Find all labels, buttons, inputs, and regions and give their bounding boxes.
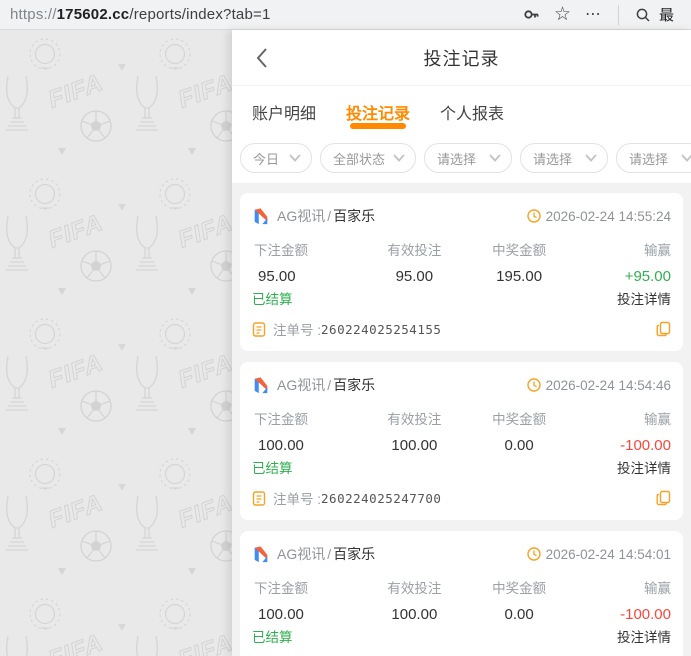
fifa-watermark-pattern: FIFA xyxy=(0,30,232,656)
valid-bet-amount: 95.00 xyxy=(395,268,434,285)
copy-order-button[interactable] xyxy=(656,490,671,506)
col-label-valid: 有效投注 xyxy=(387,243,442,258)
bet-timestamp: 2026-02-24 14:54:01 xyxy=(545,546,671,562)
col-label-win: 中奖金额 xyxy=(492,412,547,427)
col-label-win: 中奖金额 xyxy=(492,581,547,596)
game-name: 百家乐 xyxy=(333,546,376,562)
game-name: 百家乐 xyxy=(333,208,376,224)
win-amount: 195.00 xyxy=(496,268,543,285)
bet-record-card: AG视讯 / 百家乐 2026-02-24 14:54:01 下注金额 有效投注… xyxy=(240,531,683,656)
provider-game-separator: / xyxy=(327,546,332,562)
col-label-profit: 输赢 xyxy=(643,243,671,258)
records-list[interactable]: AG视讯 / 百家乐 2026-02-24 14:55:24 下注金额 有效投注… xyxy=(232,183,691,656)
filter-select-4-label: 请选择 xyxy=(533,151,573,167)
tab-account-detail[interactable]: 账户明细 xyxy=(252,86,316,137)
page-background-watermark: FIFA xyxy=(0,30,232,656)
provider-name: AG视讯 xyxy=(277,208,326,224)
copy-icon xyxy=(656,490,671,506)
filter-date-label: 今日 xyxy=(253,151,280,167)
provider-name: AG视讯 xyxy=(277,377,326,393)
col-label-valid: 有效投注 xyxy=(387,581,442,596)
provider-game-separator: / xyxy=(327,208,332,224)
key-icon[interactable] xyxy=(523,6,540,23)
profit-value: -100.00 xyxy=(620,606,671,623)
order-number-label: 注单号 : xyxy=(273,323,322,338)
filter-select-3[interactable]: 请选择 xyxy=(424,143,512,173)
col-label-bet: 下注金额 xyxy=(254,581,308,596)
bet-amount: 100.00 xyxy=(258,606,304,623)
clock-icon xyxy=(526,547,541,561)
win-amount: 0.00 xyxy=(504,606,534,623)
tab-personal-report[interactable]: 个人报表 xyxy=(440,86,504,137)
page-title: 投注记录 xyxy=(423,48,500,69)
url-text[interactable]: https://175602.cc/reports/index?tab=1 xyxy=(10,6,271,23)
profit-value: -100.00 xyxy=(620,437,671,454)
col-label-valid: 有效投注 xyxy=(387,412,442,427)
filter-bar: 今日 全部状态 请选择 请选择 请选择 xyxy=(232,137,691,183)
valid-bet-amount: 100.00 xyxy=(391,606,438,623)
clock-icon xyxy=(526,378,541,392)
filter-status-select[interactable]: 全部状态 xyxy=(320,143,416,173)
toolbar-divider xyxy=(618,4,619,25)
col-label-profit: 输赢 xyxy=(643,581,671,596)
tab-bar: 账户明细 投注记录 个人报表 xyxy=(232,85,691,137)
col-label-bet: 下注金额 xyxy=(254,243,308,258)
url-path: /reports/index?tab=1 xyxy=(129,6,271,23)
chevron-down-icon xyxy=(681,154,691,162)
chevron-down-icon xyxy=(289,154,301,162)
filter-select-4[interactable]: 请选择 xyxy=(520,143,608,173)
order-number-value: 260224025247700 xyxy=(321,490,442,506)
bet-amount: 100.00 xyxy=(258,437,304,454)
filter-status-label: 全部状态 xyxy=(333,151,386,167)
filter-select-3-label: 请选择 xyxy=(437,151,477,167)
chevron-down-icon xyxy=(393,154,405,162)
status-badge: 已结算 xyxy=(252,292,293,307)
bet-detail-link[interactable]: 投注详情 xyxy=(617,457,671,477)
clock-icon xyxy=(526,209,541,223)
reports-panel: 投注记录 账户明细 投注记录 个人报表 今日 全部状态 请选择 请选择 请选择 … xyxy=(232,30,691,656)
bet-record-card: AG视讯 / 百家乐 2026-02-24 14:54:46 下注金额 有效投注… xyxy=(240,362,683,520)
back-button[interactable] xyxy=(248,44,276,72)
order-number-label: 注单号 : xyxy=(273,492,322,507)
filter-date-select[interactable]: 今日 xyxy=(240,143,312,173)
filter-select-5-label: 请选择 xyxy=(629,151,669,167)
win-amount: 0.00 xyxy=(504,437,534,454)
status-badge: 已结算 xyxy=(252,630,293,645)
url-host: 175602.cc xyxy=(56,6,130,23)
status-badge: 已结算 xyxy=(252,461,293,476)
browser-menu-icon[interactable]: ⋯ xyxy=(585,6,602,23)
bet-detail-link[interactable]: 投注详情 xyxy=(617,288,671,308)
browser-address-bar[interactable]: https://175602.cc/reports/index?tab=1 ☆ … xyxy=(0,0,691,30)
copy-order-button[interactable] xyxy=(656,321,671,337)
valid-bet-amount: 100.00 xyxy=(391,437,438,454)
order-number-value: 260224025254155 xyxy=(321,321,442,337)
ag-provider-logo-icon xyxy=(254,377,268,394)
bet-timestamp: 2026-02-24 14:54:46 xyxy=(545,377,671,393)
bookmark-star-icon[interactable]: ☆ xyxy=(554,5,571,24)
bet-record-card: AG视讯 / 百家乐 2026-02-24 14:55:24 下注金额 有效投注… xyxy=(240,193,683,351)
bet-amount: 95.00 xyxy=(258,268,296,285)
col-label-profit: 输赢 xyxy=(643,412,671,427)
profit-value: +95.00 xyxy=(624,268,671,285)
col-label-win: 中奖金额 xyxy=(492,243,547,258)
order-document-icon xyxy=(252,490,266,506)
bet-detail-link[interactable]: 投注详情 xyxy=(617,626,671,646)
url-scheme: https:// xyxy=(10,6,57,23)
search-panel-label[interactable]: 最 xyxy=(659,4,674,25)
ag-provider-logo-icon xyxy=(254,546,268,563)
tab-bet-records[interactable]: 投注记录 xyxy=(346,86,410,137)
chevron-down-icon xyxy=(585,154,597,162)
bet-timestamp: 2026-02-24 14:55:24 xyxy=(545,208,671,224)
chevron-down-icon xyxy=(489,154,501,162)
ag-provider-logo-icon xyxy=(254,208,268,225)
search-icon[interactable] xyxy=(635,7,651,23)
game-name: 百家乐 xyxy=(333,377,376,393)
filter-select-5[interactable]: 请选择 xyxy=(616,143,691,173)
provider-game-separator: / xyxy=(327,377,332,393)
provider-name: AG视讯 xyxy=(277,546,326,562)
app-header: 投注记录 xyxy=(232,30,691,85)
order-document-icon xyxy=(252,321,266,337)
copy-icon xyxy=(656,321,671,337)
col-label-bet: 下注金额 xyxy=(254,412,308,427)
